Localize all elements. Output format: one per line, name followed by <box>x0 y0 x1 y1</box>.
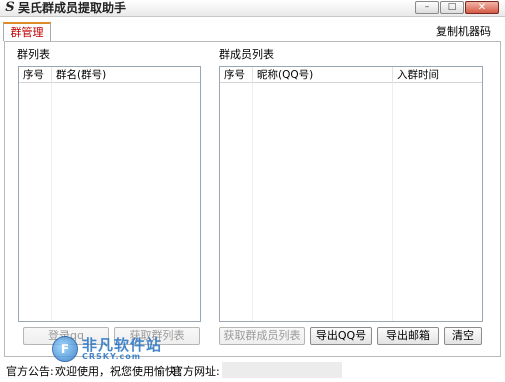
tab-panel-group-management: 群列表 序号 群名(群号) 群成员列表 序号 昵称(QQ号) 入群时间 登录qq… <box>4 41 501 357</box>
column-header-join-time[interactable]: 入群时间 <box>393 67 484 83</box>
column-header-nickname[interactable]: 昵称(QQ号) <box>253 67 393 83</box>
group-list-title: 群列表 <box>17 48 50 61</box>
tab-strip: 群管理 复制机器码 <box>0 17 505 41</box>
column-divider <box>51 83 52 321</box>
column-divider <box>392 83 393 321</box>
group-list-view[interactable]: 序号 群名(群号) <box>18 66 201 322</box>
column-header-index[interactable]: 序号 <box>220 67 253 83</box>
maximize-button[interactable]: □ <box>440 1 464 14</box>
clear-button[interactable]: 清空 <box>444 327 482 345</box>
group-list-header: 序号 群名(群号) <box>19 67 200 83</box>
window-title: 吴氏群成员提取助手 <box>18 1 127 15</box>
watermark-text-cn: 非凡软件站 <box>82 335 163 354</box>
get-member-list-button[interactable]: 获取群成员列表 <box>219 327 305 345</box>
maximize-icon: □ <box>447 2 457 12</box>
close-button[interactable]: ✕ <box>465 1 499 14</box>
member-list-header: 序号 昵称(QQ号) 入群时间 <box>220 67 482 83</box>
minimize-icon: – <box>424 2 430 12</box>
notice-label: 官方公告: <box>6 365 54 378</box>
watermark-text: 非凡软件站 CRSKY.com <box>82 335 163 361</box>
app-icon: S <box>5 0 15 15</box>
member-list-view[interactable]: 序号 昵称(QQ号) 入群时间 <box>219 66 483 322</box>
column-header-group-name[interactable]: 群名(群号) <box>52 67 202 83</box>
site-label: 官方网址: <box>172 365 220 378</box>
crsky-logo-icon: F <box>52 336 78 362</box>
copy-machine-code-link[interactable]: 复制机器码 <box>436 25 491 39</box>
window-controls: – □ ✕ <box>415 1 499 15</box>
member-list-title: 群成员列表 <box>219 48 274 61</box>
column-divider <box>252 83 253 321</box>
export-email-button[interactable]: 导出邮箱 <box>377 327 439 345</box>
watermark-text-en: CRSKY.com <box>82 351 142 361</box>
export-qq-button[interactable]: 导出QQ号 <box>310 327 372 345</box>
close-icon: ✕ <box>477 2 487 13</box>
column-header-index[interactable]: 序号 <box>19 67 52 83</box>
watermark: F 非凡软件站 CRSKY.com <box>52 332 162 366</box>
title-bar: S 吴氏群成员提取助手 – □ ✕ <box>0 0 505 17</box>
tab-group-management[interactable]: 群管理 <box>3 22 51 41</box>
notice-text: 欢迎使用，祝您使用愉快！ <box>55 365 187 378</box>
minimize-button[interactable]: – <box>415 1 439 14</box>
